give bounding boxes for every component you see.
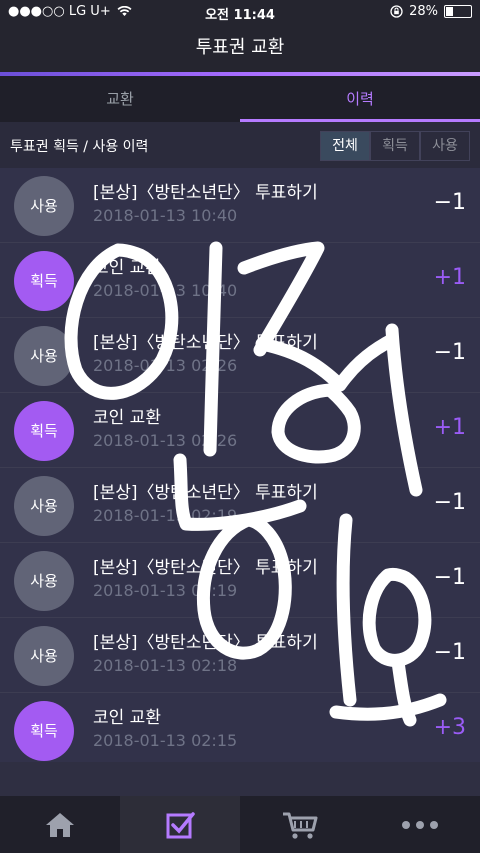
item-amount: +3 xyxy=(433,715,466,740)
acquired-badge: 획득 xyxy=(14,701,74,761)
item-title: [본상]〈방탄소년단〉 투표하기 xyxy=(93,558,318,578)
vote-check-icon xyxy=(166,811,195,838)
item-amount: −1 xyxy=(433,565,466,590)
item-title: [본상]〈방탄소년단〉 투표하기 xyxy=(93,483,318,503)
tab-history[interactable]: 이력 xyxy=(240,76,480,122)
item-timestamp: 2018-01-13 02:26 xyxy=(93,356,238,375)
bottom-nav xyxy=(0,796,480,853)
item-title: [본상]〈방탄소년단〉 투표하기 xyxy=(93,333,318,353)
item-amount: −1 xyxy=(433,490,466,515)
item-title: 코인 교환 xyxy=(93,708,161,728)
used-badge: 사용 xyxy=(14,551,74,611)
filter-all-button[interactable]: 전체 xyxy=(320,131,370,161)
item-timestamp: 2018-01-13 02:18 xyxy=(93,656,238,675)
item-title: [본상]〈방탄소년단〉 투표하기 xyxy=(93,633,318,653)
history-list: 사용 [본상]〈방탄소년단〉 투표하기 2018-01-13 10:40 −1 … xyxy=(0,168,480,768)
used-badge: 사용 xyxy=(14,176,74,236)
filter-bar: 투표권 획득 / 사용 이력 전체 획득 사용 xyxy=(0,122,480,168)
filter-acquired-button[interactable]: 획득 xyxy=(370,131,420,161)
item-timestamp: 2018-01-13 10:40 xyxy=(93,281,238,300)
status-right: 28% xyxy=(390,4,472,19)
item-amount: −1 xyxy=(433,190,466,215)
filter-used-button[interactable]: 사용 xyxy=(420,131,470,161)
status-bar: ●●●○○ LG U+ 오전 11:44 28% xyxy=(0,0,480,24)
list-item[interactable]: 획득 코인 교환 2018-01-13 02:15 +3 xyxy=(0,693,480,768)
item-amount: −1 xyxy=(433,640,466,665)
nav-more[interactable] xyxy=(360,796,480,853)
item-amount: −1 xyxy=(433,340,466,365)
used-badge: 사용 xyxy=(14,626,74,686)
item-amount: +1 xyxy=(433,415,466,440)
rotation-lock-icon xyxy=(390,5,403,18)
nav-shop[interactable] xyxy=(240,796,360,853)
item-timestamp: 2018-01-13 10:40 xyxy=(93,206,238,225)
list-item[interactable]: 사용 [본상]〈방탄소년단〉 투표하기 2018-01-13 10:40 −1 xyxy=(0,168,480,243)
list-item[interactable]: 획득 코인 교환 2018-01-13 10:40 +1 xyxy=(0,243,480,318)
tab-bar: 교환 이력 xyxy=(0,76,480,122)
list-item[interactable]: 사용 [본상]〈방탄소년단〉 투표하기 2018-01-13 02:18 −1 xyxy=(0,618,480,693)
used-badge: 사용 xyxy=(14,326,74,386)
item-title: 코인 교환 xyxy=(93,408,161,428)
item-timestamp: 2018-01-13 02:19 xyxy=(93,581,238,600)
used-badge: 사용 xyxy=(14,476,74,536)
acquired-badge: 획득 xyxy=(14,251,74,311)
home-icon xyxy=(46,812,74,837)
battery-percent: 28% xyxy=(409,4,438,19)
tab-exchange[interactable]: 교환 xyxy=(0,76,240,122)
battery-icon xyxy=(444,5,472,18)
item-title: [본상]〈방탄소년단〉 투표하기 xyxy=(93,183,318,203)
more-icon xyxy=(402,820,438,829)
item-amount: +1 xyxy=(433,265,466,290)
history-section-title: 투표권 획득 / 사용 이력 xyxy=(10,139,149,155)
list-item[interactable]: 획득 코인 교환 2018-01-13 02:26 +1 xyxy=(0,393,480,468)
battery-level xyxy=(446,7,453,16)
nav-vote[interactable] xyxy=(120,796,240,853)
list-item[interactable]: 사용 [본상]〈방탄소년단〉 투표하기 2018-01-13 02:19 −1 xyxy=(0,543,480,618)
filter-segmented-control: 전체 획득 사용 xyxy=(320,131,470,161)
list-item[interactable]: 사용 [본상]〈방탄소년단〉 투표하기 2018-01-13 02:19 −1 xyxy=(0,468,480,543)
item-timestamp: 2018-01-13 02:19 xyxy=(93,506,238,525)
item-timestamp: 2018-01-13 02:15 xyxy=(93,731,238,750)
cart-icon xyxy=(283,812,318,839)
nav-home[interactable] xyxy=(0,796,120,853)
list-bottom-space xyxy=(0,762,480,796)
item-title: 코인 교환 xyxy=(93,258,161,278)
list-item[interactable]: 사용 [본상]〈방탄소년단〉 투표하기 2018-01-13 02:26 −1 xyxy=(0,318,480,393)
acquired-badge: 획득 xyxy=(14,401,74,461)
page-title: 투표권 교환 xyxy=(0,24,480,72)
item-timestamp: 2018-01-13 02:26 xyxy=(93,431,238,450)
